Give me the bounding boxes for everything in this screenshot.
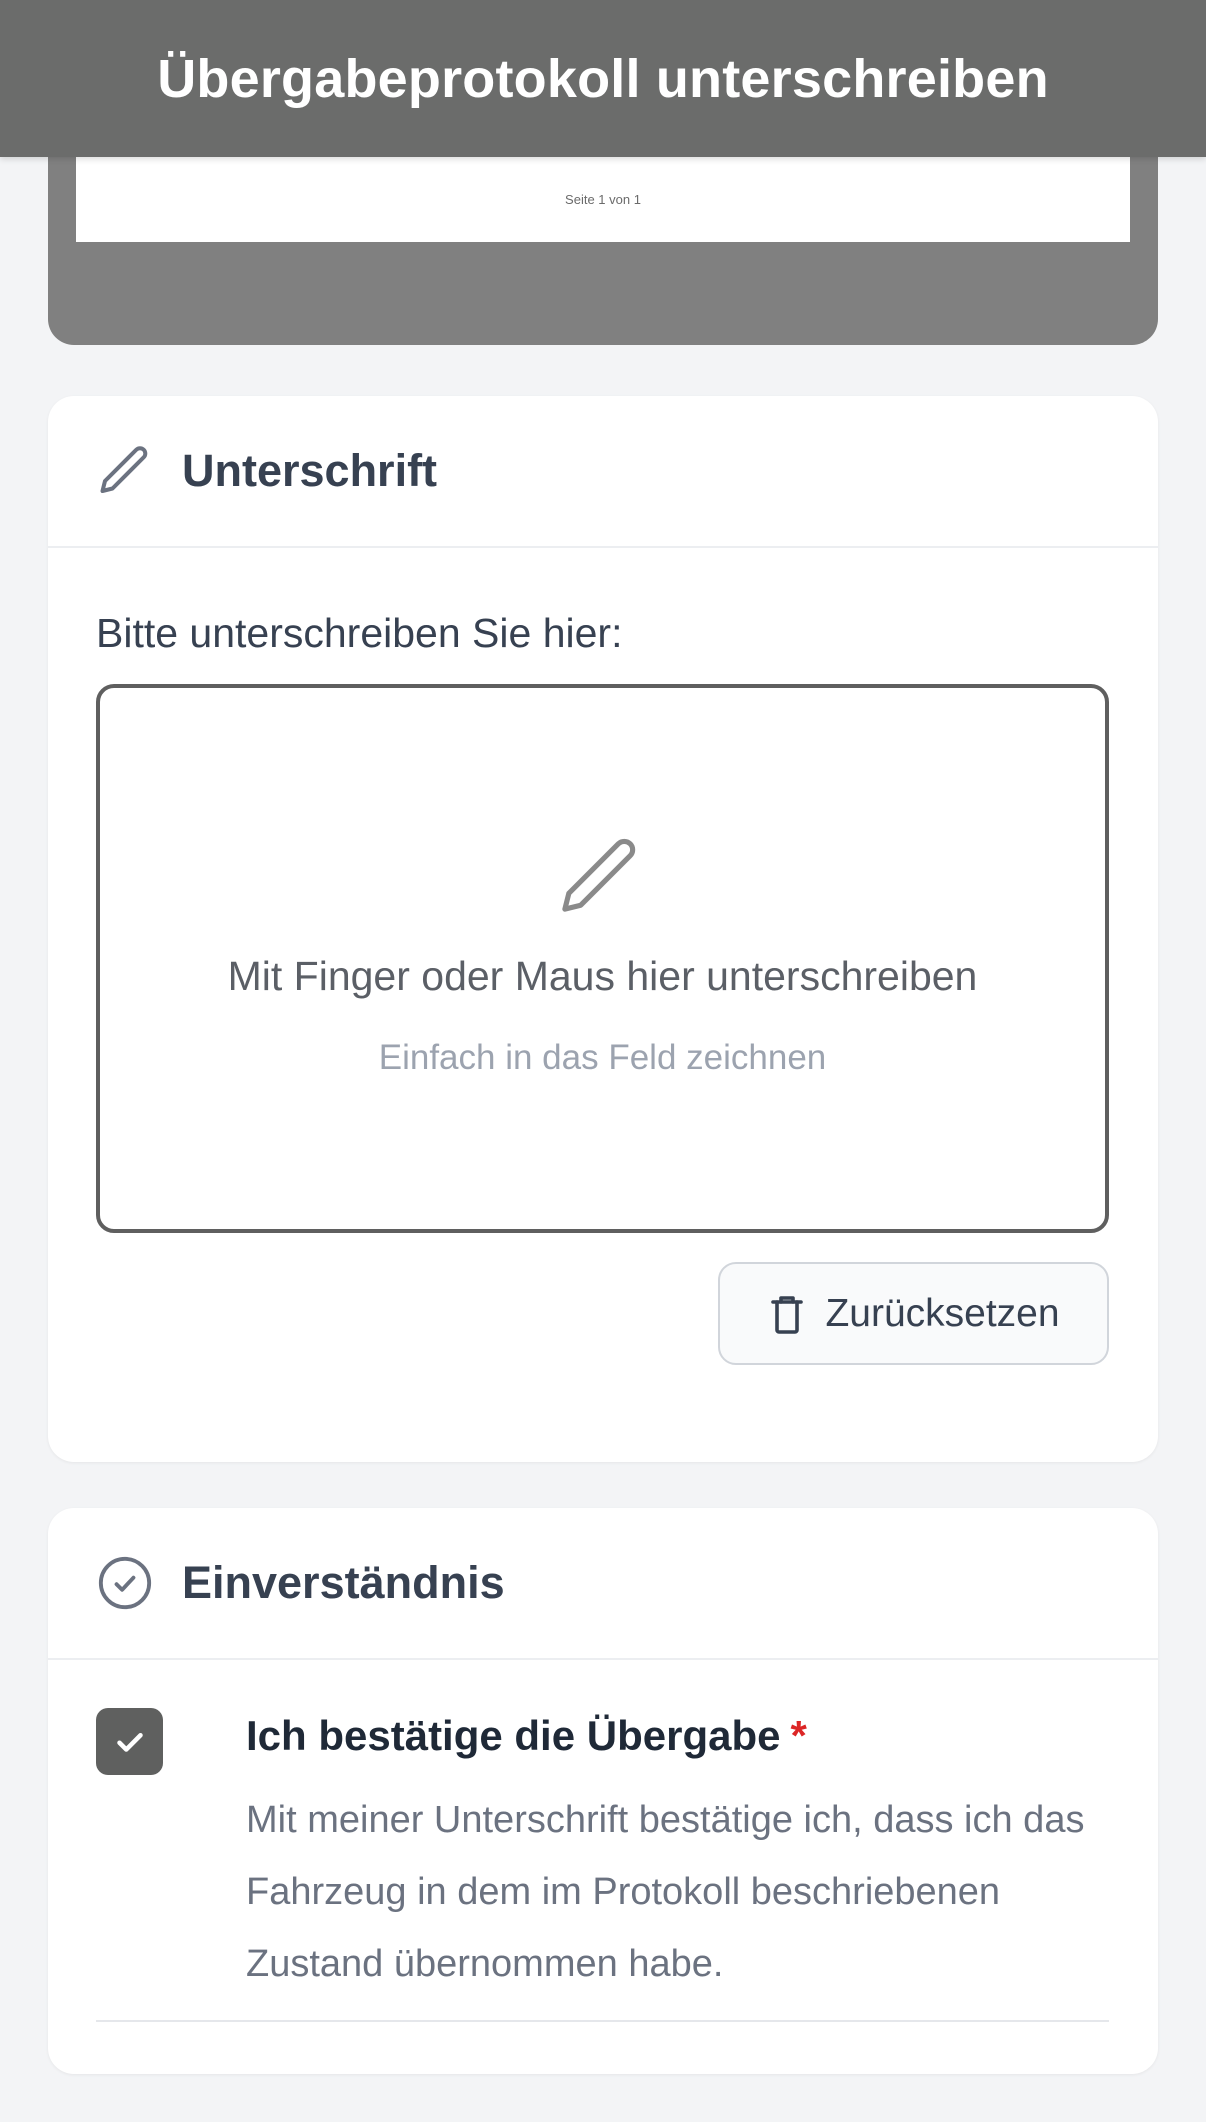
signature-card-header: Unterschrift (48, 396, 1158, 548)
consent-card-title: Einverständnis (182, 1557, 505, 1608)
checkmark-icon (116, 1732, 143, 1752)
reset-button[interactable]: Zurücksetzen (718, 1262, 1109, 1365)
consent-label-text: Ich bestätige die Übergabe (246, 1712, 781, 1759)
signature-card: Unterschrift Bitte unterschreiben Sie hi… (48, 396, 1158, 1462)
signature-card-title: Unterschrift (182, 445, 438, 496)
consent-checkbox-label[interactable]: Ich bestätige die Übergabe * (246, 1712, 807, 1760)
page-title: Übergabeprotokoll unterschreiben (157, 48, 1049, 109)
consent-checkbox[interactable] (96, 1708, 163, 1775)
pencil-icon (94, 440, 156, 502)
consent-card: Einverständnis Ich bestätige die Übergab… (48, 1508, 1158, 2074)
check-circle-icon (94, 1552, 156, 1614)
reset-button-label: Zurücksetzen (825, 1291, 1060, 1335)
document-page: Seite 1 von 1 (76, 156, 1130, 242)
consent-description: Mit meiner Unterschrift bestätige ich, d… (246, 1799, 1085, 1985)
signature-prompt: Bitte unterschreiben Sie hier: (96, 610, 623, 656)
pencil-icon (553, 830, 648, 925)
divider (96, 2020, 1109, 2022)
trash-icon (767, 1292, 807, 1336)
required-marker: * (790, 1712, 807, 1759)
page-indicator: Seite 1 von 1 (565, 191, 641, 207)
app-header: Übergabeprotokoll unterschreiben (0, 0, 1206, 157)
signature-pad-hint: Einfach in das Feld zeichnen (378, 1038, 827, 1077)
signature-pad[interactable]: Mit Finger oder Maus hier unterschreiben… (96, 684, 1109, 1233)
consent-card-header: Einverständnis (48, 1508, 1158, 1660)
signature-pad-instruction: Mit Finger oder Maus hier unterschreiben (227, 953, 978, 999)
